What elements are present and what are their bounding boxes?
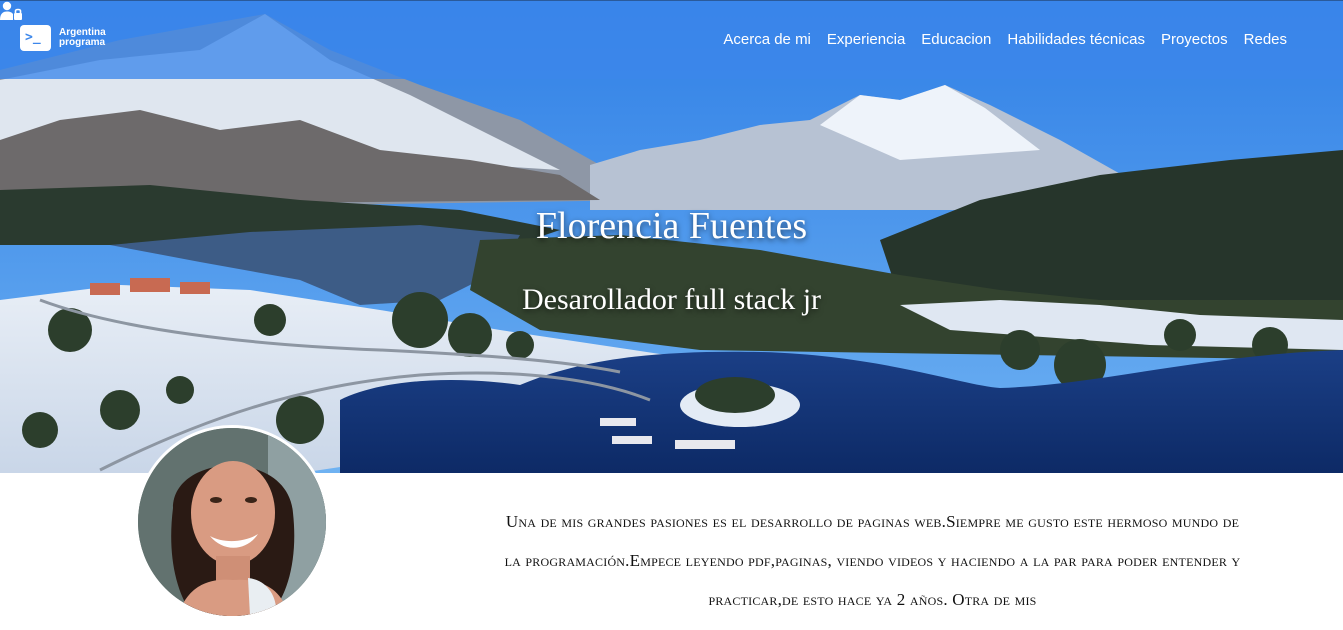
user-lock-icon[interactable]: [0, 1, 22, 21]
portfolio-page: >_ Argentina programa Acerca de mi Exper…: [0, 0, 1343, 630]
nav-link-experiencia[interactable]: Experiencia: [827, 31, 905, 48]
nav-link-acerca[interactable]: Acerca de mi: [723, 31, 811, 48]
hero-banner: >_ Argentina programa Acerca de mi Exper…: [0, 0, 1343, 473]
top-navbar: >_ Argentina programa Acerca de mi Exper…: [0, 0, 1343, 79]
brand-logo[interactable]: >_ Argentina programa: [20, 25, 106, 51]
nav-link-habilidades[interactable]: Habilidades técnicas: [1007, 31, 1145, 48]
nav-link-proyectos[interactable]: Proyectos: [1161, 31, 1228, 48]
terminal-prompt-icon: >_: [20, 25, 51, 51]
nav-link-educacion[interactable]: Educacion: [921, 31, 991, 48]
hero-name: Florencia Fuentes: [535, 205, 808, 247]
brand-text: Argentina programa: [59, 28, 106, 48]
profile-photo: [138, 428, 326, 616]
nav-links: Acerca de mi Experiencia Educacion Habil…: [723, 31, 1287, 48]
hero-role: Desarollador full stack jr: [521, 283, 822, 316]
about-paragraph: Una de mis grandes pasiones es el desarr…: [504, 512, 1241, 609]
nav-link-redes[interactable]: Redes: [1244, 31, 1287, 48]
profile-avatar: [135, 425, 329, 619]
brand-line2: programa: [59, 37, 106, 48]
